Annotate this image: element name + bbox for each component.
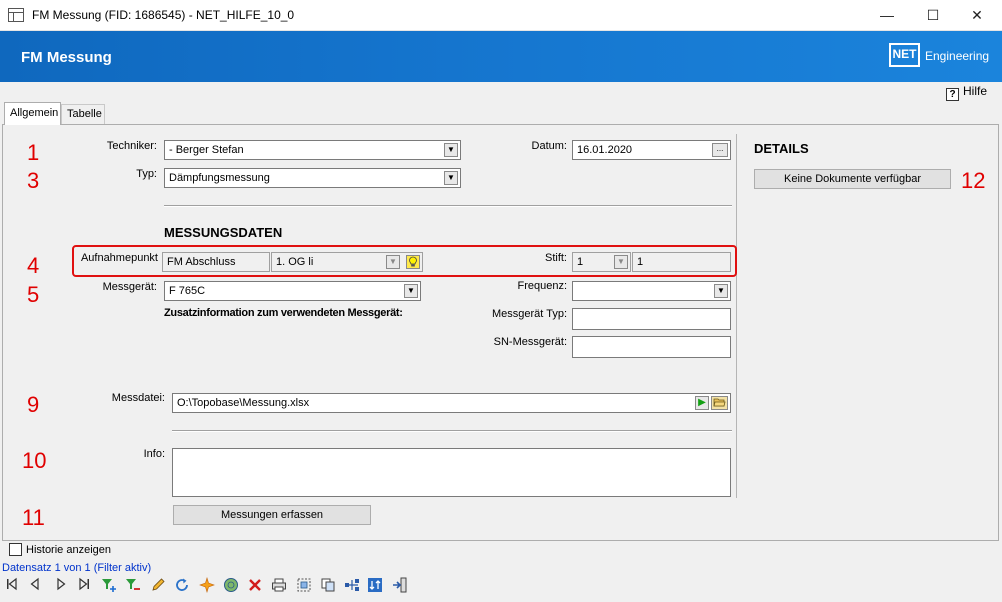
sn-messgeraet-label: SN-Messgerät:: [493, 336, 567, 348]
annotation-3: 3: [27, 168, 40, 193]
annotation-12: 12: [961, 168, 986, 193]
globe-icon[interactable]: [222, 577, 240, 595]
info-textarea[interactable]: [172, 448, 731, 497]
messgeraet-label: Messgerät:: [102, 281, 157, 293]
zusatz-info-text: Zusatzinformation zum verwendeten Messge…: [164, 307, 403, 319]
messgeraet-combo[interactable]: F 765C ▼: [164, 281, 421, 301]
annotation-9: 9: [27, 392, 40, 417]
details-title: DETAILS: [754, 141, 809, 156]
stift-field-2[interactable]: 1: [632, 252, 731, 272]
messdatei-field[interactable]: O:\Topobase\Messung.xlsx ▶: [172, 393, 731, 413]
sort-icon[interactable]: [366, 577, 384, 595]
app-table-icon: [8, 8, 24, 22]
messungen-erfassen-button[interactable]: Messungen erfassen: [173, 505, 371, 525]
copy-icon[interactable]: [319, 577, 337, 595]
select-icon[interactable]: [295, 577, 313, 595]
sn-messgeraet-field[interactable]: [572, 336, 731, 358]
frequenz-combo[interactable]: ▼: [572, 281, 731, 301]
stift-combo[interactable]: 1 ▼: [572, 252, 631, 272]
chevron-down-icon[interactable]: ▼: [444, 171, 458, 185]
last-record-icon[interactable]: [75, 577, 93, 595]
typ-combo[interactable]: Dämpfungsmessung ▼: [164, 168, 461, 188]
frequenz-label: Frequenz:: [517, 280, 567, 292]
folder-open-icon[interactable]: [711, 396, 728, 410]
messgeraet-value: F 765C: [169, 285, 206, 297]
print-icon[interactable]: [270, 577, 288, 595]
tab-allgemein[interactable]: Allgemein: [4, 102, 61, 125]
typ-label: Typ:: [136, 168, 157, 180]
aufnahmepunkt-field-1[interactable]: FM Abschluss: [162, 252, 270, 272]
edit-pencil-icon[interactable]: [149, 577, 167, 595]
date-picker-button[interactable]: ...: [712, 143, 728, 157]
section-title-messungsdaten: MESSUNGSDATEN: [164, 225, 283, 240]
page-title: FM Messung: [21, 49, 112, 66]
stift-value-1: 1: [577, 256, 584, 268]
app-header: FM Messung NET Engineering: [0, 31, 1002, 82]
annotation-1: 1: [27, 140, 40, 165]
minimize-button[interactable]: —: [864, 0, 910, 31]
separator: [172, 430, 732, 432]
maximize-button[interactable]: ☐: [910, 0, 956, 31]
chevron-down-icon[interactable]: ▼: [614, 255, 628, 269]
annotation-10: 10: [22, 448, 47, 473]
messdatei-label: Messdatei:: [111, 392, 165, 404]
first-record-icon[interactable]: [3, 577, 21, 595]
refresh-icon[interactable]: [173, 577, 191, 595]
aufnahmepunkt-value-1: FM Abschluss: [167, 256, 236, 268]
stift-label: Stift:: [544, 252, 567, 264]
stift-value-2: 1: [637, 256, 644, 268]
annotation-11: 11: [22, 505, 45, 530]
techniker-label: Techniker:: [106, 140, 157, 152]
record-status: Datensatz 1 von 1 (Filter aktiv): [2, 562, 152, 574]
separator: [164, 205, 732, 207]
messdatei-value: O:\Topobase\Messung.xlsx: [177, 397, 310, 409]
messgeraet-typ-field[interactable]: [572, 308, 731, 330]
chevron-down-icon[interactable]: ▼: [444, 143, 458, 157]
datum-label: Datum:: [531, 140, 567, 152]
historie-label: Historie anzeigen: [26, 544, 111, 556]
aufnahmepunkt-field-2[interactable]: 1. OG li ▼: [271, 252, 423, 272]
help-label: Hilfe: [963, 84, 988, 98]
play-icon[interactable]: ▶: [695, 396, 709, 410]
datum-value: 16.01.2020: [577, 144, 633, 156]
historie-checkbox[interactable]: Historie anzeigen: [9, 543, 111, 556]
logo-text: Engineering: [925, 49, 990, 63]
exit-icon[interactable]: [391, 577, 409, 595]
typ-value: Dämpfungsmessung: [169, 172, 270, 184]
chevron-down-icon[interactable]: ▼: [386, 255, 400, 269]
panel-divider: [736, 134, 737, 498]
chevron-down-icon[interactable]: ▼: [714, 284, 728, 298]
datum-field[interactable]: 16.01.2020 ...: [572, 140, 731, 160]
annotation-5: 5: [27, 282, 40, 307]
net-logo: NET: [889, 43, 920, 67]
info-label: Info:: [143, 448, 165, 460]
keine-dokumente-button[interactable]: Keine Dokumente verfügbar: [754, 169, 951, 189]
help-button[interactable]: ? Hilfe: [946, 84, 987, 101]
prev-record-icon[interactable]: [26, 577, 44, 595]
tab-tabelle[interactable]: Tabelle: [61, 104, 105, 124]
lightbulb-icon[interactable]: [406, 255, 420, 269]
new-star-icon[interactable]: [198, 576, 216, 595]
next-record-icon[interactable]: [52, 577, 70, 595]
aufnahmepunkt-value-2: 1. OG li: [276, 256, 314, 268]
window-titlebar: FM Messung (FID: 1686545) - NET_HILFE_10…: [0, 0, 1002, 31]
close-button[interactable]: ✕: [954, 0, 1000, 31]
delete-icon[interactable]: [246, 577, 264, 595]
filter-remove-icon[interactable]: [124, 577, 142, 595]
aufnahmepunkt-label: Aufnahmepunkt: [80, 252, 158, 264]
checkbox-icon[interactable]: [9, 543, 22, 556]
chevron-down-icon[interactable]: ▼: [404, 284, 418, 298]
filter-add-icon[interactable]: [100, 577, 118, 595]
messgeraet-typ-label: Messgerät Typ:: [492, 308, 567, 320]
help-icon: ?: [946, 88, 959, 101]
window-title: FM Messung (FID: 1686545) - NET_HILFE_10…: [32, 8, 295, 22]
network-icon[interactable]: [343, 577, 361, 595]
annotation-4: 4: [27, 253, 40, 278]
techniker-combo[interactable]: - Berger Stefan ▼: [164, 140, 461, 160]
techniker-value: - Berger Stefan: [169, 144, 244, 156]
